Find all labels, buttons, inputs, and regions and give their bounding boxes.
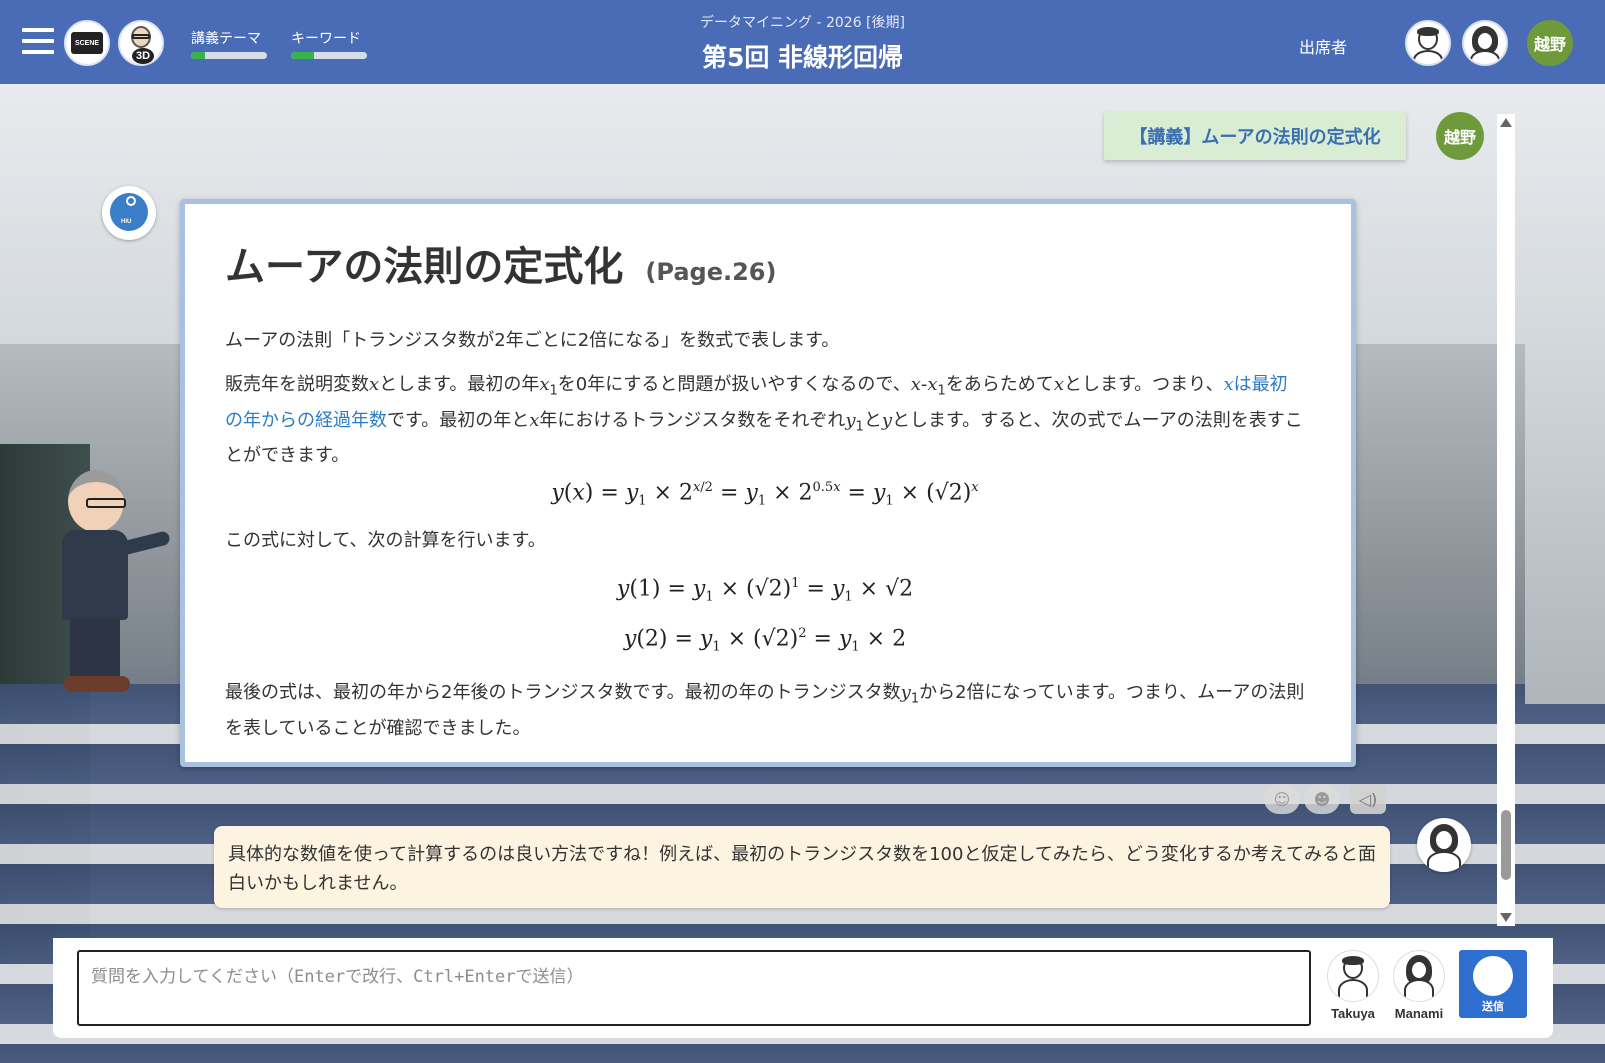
attendee-avatar-female[interactable] [1462, 20, 1508, 66]
scene-button[interactable]: SCENE [64, 20, 110, 66]
slide-paragraph: 販売年を説明変数xとします。最初の年x1を0年にすると問題が扱いやすくなるので、… [225, 374, 1303, 467]
scroll-thumb[interactable] [1501, 810, 1511, 880]
male-student-icon [1327, 950, 1379, 1002]
scroll-down-icon[interactable] [1500, 913, 1512, 922]
send-label: 送信 [1482, 1000, 1504, 1013]
lecture-slide: ムーアの法則の定式化 (Page.26) ムーアの法則「トランジスタ数が2年ごとに… [180, 199, 1356, 767]
question-input[interactable] [77, 950, 1311, 1026]
scroll-up-icon[interactable] [1500, 118, 1512, 127]
student-manami-button[interactable]: Manami [1389, 950, 1449, 1028]
female-student-icon [1393, 950, 1445, 1002]
slide-paragraph: この式に対して、次の計算を行います。 [225, 530, 546, 551]
hiu-logo-icon: HIU [102, 186, 156, 240]
neutral-reaction-icon[interactable]: ☻ [1304, 784, 1340, 814]
speaker-icon[interactable]: ◁) [1350, 784, 1386, 814]
slide-paragraph: 最後の式は、最初の年から2年後のトランジスタ数です。最初の年のトランジスタ数y1… [225, 682, 1305, 739]
slide-paragraph: ムーアの法則「トランジスタ数が2年ごとに2倍になる」を数式で表します。 [225, 330, 840, 351]
attendees-label: 出席者 [1298, 38, 1347, 57]
attendee-avatar-male[interactable] [1405, 20, 1451, 66]
progress-label: キーワード [291, 31, 361, 47]
progress-keyword[interactable]: キーワード [291, 28, 367, 59]
progress-bar [191, 52, 267, 59]
slide-page-number: (Page.26) [645, 258, 777, 286]
question-input-bar: Takuya Manami 送信 [53, 938, 1553, 1038]
student-name: Takuya [1331, 1006, 1375, 1021]
student-takuya-button[interactable]: Takuya [1323, 950, 1383, 1028]
teacher-3d-avatar [40, 470, 171, 700]
logo-text: HIU [121, 219, 132, 225]
slide-heading: ムーアの法則の定式化 (Page.26) [225, 234, 1305, 292]
avatar-3d-icon: 3D [124, 24, 158, 64]
equation: y(2) = y1 × (√2)2 = y1 × 2 [623, 626, 907, 655]
equation: y(1) = y1 × (√2)1 = y1 × √2 [616, 576, 914, 605]
chat-message: 具体的な数値を使って計算するのは良い方法ですね！例えば、最初のトランジスタ数を1… [214, 826, 1390, 908]
lecture-topic-tag[interactable]: 【講義】ムーアの法則の定式化 [1104, 112, 1406, 160]
top-bar: SCENE 3D 講義テーマ キーワード データマイニング - 2026 [後期… [0, 0, 1605, 84]
equation: y(x) = y1 × 2x/2 = y1 × 20.5x = y1 × (√2… [551, 480, 979, 509]
send-button[interactable]: 送信 [1459, 950, 1527, 1018]
classroom-wall [1525, 284, 1605, 704]
student-name: Manami [1394, 1006, 1444, 1021]
send-head-icon [1473, 956, 1513, 996]
progress-lecture-theme[interactable]: 講義テーマ [191, 28, 267, 59]
slide-title: ムーアの法則の定式化 [225, 244, 624, 290]
teacher-avatar: 越野 [1436, 112, 1484, 160]
smile-reaction-icon[interactable]: ☺ [1264, 784, 1300, 814]
attendee-avatar-teacher[interactable]: 越野 [1527, 20, 1573, 66]
scene-icon: SCENE [71, 32, 103, 54]
reaction-controls: ☺ ☻ ◁) [1264, 784, 1386, 814]
hamburger-menu-icon[interactable] [22, 28, 54, 56]
avatar-3d-button[interactable]: 3D [118, 20, 164, 66]
progress-label: 講義テーマ [191, 31, 261, 47]
mode-label: 3D [132, 48, 154, 64]
student-avatar-icon [1417, 818, 1471, 872]
chat-scrollbar[interactable] [1497, 114, 1515, 926]
progress-bar [291, 52, 367, 59]
